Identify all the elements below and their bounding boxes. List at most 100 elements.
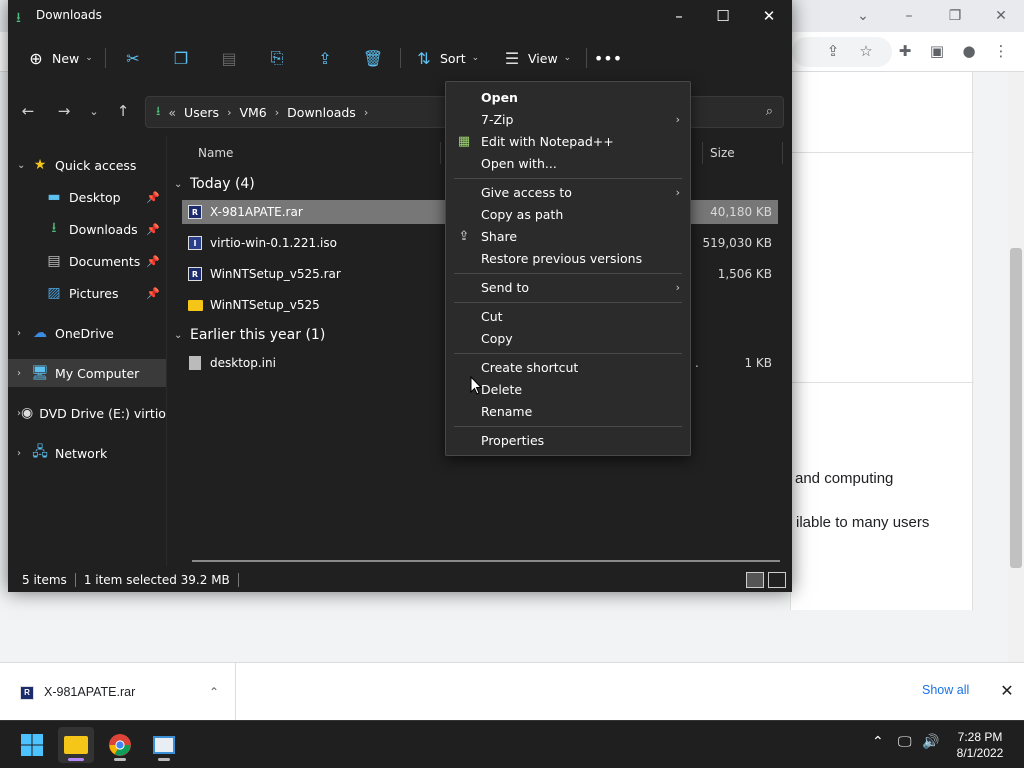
column-divider[interactable] — [702, 142, 703, 164]
breadcrumb-overflow[interactable]: « — [168, 105, 176, 120]
column-divider[interactable] — [440, 142, 441, 164]
paste-button[interactable]: ▤ — [219, 44, 239, 72]
pin-icon[interactable]: 📌 — [146, 255, 160, 268]
menu-item-open-with[interactable]: Open with... — [447, 152, 690, 174]
sort-icon: ⇅ — [417, 48, 431, 68]
chrome-icon — [109, 734, 131, 756]
nav-pictures[interactable]: ▨ Pictures 📌 — [8, 279, 166, 307]
download-file-name: X-981APATE.rar — [44, 685, 136, 699]
share-icon: ⇪ — [318, 48, 332, 68]
show-all-link[interactable]: Show all — [922, 683, 969, 697]
see-more-button[interactable]: ••• — [594, 44, 622, 72]
maximize-icon[interactable]: ☐ — [700, 0, 746, 32]
forward-arrow-icon[interactable]: → — [52, 100, 76, 122]
breadcrumb-users[interactable]: Users — [184, 105, 219, 120]
side-panel-icon[interactable]: ▣ — [924, 38, 950, 64]
group-header-today[interactable]: ⌄ Today (4) — [174, 173, 255, 195]
menu-item-give-access[interactable]: Give access to › — [447, 181, 690, 203]
nav-network[interactable]: › 🖧 Network — [8, 439, 166, 467]
recent-locations-icon[interactable]: ⌄ — [82, 100, 106, 122]
browser-close-icon[interactable]: ✕ — [978, 2, 1024, 30]
menu-item-copy[interactable]: Copy — [447, 327, 690, 349]
pin-icon[interactable]: 📌 — [146, 191, 160, 204]
file-size: 1 KB — [744, 356, 772, 370]
taskbar-file-explorer[interactable] — [58, 727, 94, 763]
start-button[interactable] — [14, 727, 50, 763]
rename-button[interactable]: ⎘ — [267, 44, 287, 72]
back-arrow-icon[interactable]: ← — [16, 100, 40, 122]
bookmark-star-icon[interactable]: ☆ — [853, 38, 879, 64]
search-input[interactable]: ⌕ — [688, 96, 784, 128]
menu-item-rename[interactable]: Rename — [447, 400, 690, 422]
browser-menu-icon[interactable]: ⋮ — [988, 38, 1014, 64]
pin-icon[interactable]: 📌 — [146, 287, 160, 300]
share-icon: ⇪ — [458, 228, 470, 244]
menu-item-cut[interactable]: Cut — [447, 305, 690, 327]
explorer-titlebar: ⭳ Downloads – ☐ ✕ — [8, 0, 792, 32]
minimize-icon[interactable]: – — [656, 0, 702, 32]
browser-minimize-icon[interactable]: – — [886, 2, 932, 30]
system-clock[interactable]: 7:28 PM 8/1/2022 — [948, 729, 1012, 761]
chevron-right-icon[interactable]: › — [227, 106, 231, 119]
chevron-right-icon[interactable]: › — [364, 106, 368, 119]
pane-divider[interactable] — [166, 136, 167, 566]
chevron-right-icon[interactable]: › — [275, 106, 279, 119]
menu-item-copy-as-path[interactable]: Copy as path — [447, 203, 690, 225]
nav-desktop[interactable]: ▬ Desktop 📌 — [8, 183, 166, 211]
browser-scrollbar[interactable] — [1008, 72, 1024, 662]
column-divider[interactable] — [782, 142, 783, 164]
share-button[interactable]: ⇪ — [315, 44, 335, 72]
menu-item-edit-notepad[interactable]: ▦ Edit with Notepad++ — [447, 130, 690, 152]
menu-item-send-to[interactable]: Send to › — [447, 276, 690, 298]
taskbar-chrome[interactable] — [102, 727, 138, 763]
details-view-icon[interactable] — [746, 572, 764, 588]
up-arrow-icon[interactable]: ↑ — [111, 100, 135, 122]
column-name[interactable]: Name — [198, 146, 233, 160]
browser-restore-icon[interactable]: ❐ — [932, 2, 978, 30]
scrollbar-thumb[interactable] — [1010, 248, 1022, 568]
mouse-cursor-icon — [470, 376, 482, 395]
tiles-view-icon[interactable] — [768, 572, 786, 588]
nav-quick-access[interactable]: ⌄ ★ Quick access — [8, 151, 166, 179]
copy-button[interactable]: ❐ — [171, 44, 191, 72]
volume-icon[interactable]: 🔊 — [922, 734, 939, 750]
tab-list-icon[interactable]: ⌄ — [840, 2, 886, 30]
nav-documents[interactable]: ▤ Documents 📌 — [8, 247, 166, 275]
chevron-down-icon: ⌄ — [471, 53, 480, 63]
nav-label: DVD Drive (E:) virtio- — [39, 405, 166, 421]
pin-icon[interactable]: 📌 — [146, 223, 160, 236]
nav-my-computer[interactable]: › 🖥 My Computer — [8, 359, 166, 387]
profile-icon[interactable]: ● — [956, 38, 982, 64]
nav-dvd-drive[interactable]: › ◉ DVD Drive (E:) virtio- — [8, 399, 166, 427]
chevron-up-icon[interactable]: ⌃ — [872, 734, 884, 750]
nav-downloads[interactable]: ⭳ Downloads 📌 — [8, 215, 166, 243]
menu-item-delete[interactable]: Delete — [447, 378, 690, 400]
menu-item-share[interactable]: ⇪ Share — [447, 225, 690, 247]
sort-button[interactable]: ⇅ Sort ⌄ — [414, 44, 479, 72]
column-size[interactable]: Size — [710, 146, 735, 160]
cut-button[interactable]: ✂ — [123, 44, 143, 72]
chevron-up-icon[interactable]: ⌃ — [209, 685, 219, 699]
horizontal-scrollbar[interactable] — [192, 560, 780, 562]
close-icon[interactable]: ✕ — [996, 679, 1018, 701]
nav-onedrive[interactable]: › ☁ OneDrive — [8, 319, 166, 347]
menu-item-7zip[interactable]: 7-Zip › — [447, 108, 690, 130]
view-button[interactable]: ☰ View ⌄ — [502, 44, 571, 72]
breadcrumb-downloads[interactable]: Downloads — [287, 105, 356, 120]
menu-item-restore-versions[interactable]: Restore previous versions — [447, 247, 690, 269]
share-page-icon[interactable]: ⇪ — [820, 38, 846, 64]
network-icon[interactable]: 🖵 — [898, 734, 912, 750]
menu-item-open[interactable]: Open — [447, 86, 690, 108]
toolbar-divider — [400, 48, 401, 68]
delete-button[interactable]: 🗑 — [363, 44, 383, 72]
chevron-down-icon: ⌄ — [85, 53, 93, 63]
download-item[interactable]: R X-981APATE.rar ⌃ — [0, 663, 236, 721]
taskbar-app[interactable] — [146, 727, 182, 763]
menu-item-properties[interactable]: Properties — [447, 429, 690, 451]
close-icon[interactable]: ✕ — [746, 0, 792, 32]
new-button[interactable]: ⊕ New ⌄ — [26, 44, 93, 72]
menu-item-create-shortcut[interactable]: Create shortcut — [447, 356, 690, 378]
extensions-icon[interactable]: ✚ — [892, 38, 918, 64]
group-header-earlier[interactable]: ⌄ Earlier this year (1) — [174, 324, 325, 346]
breadcrumb-vm6[interactable]: VM6 — [239, 105, 266, 120]
